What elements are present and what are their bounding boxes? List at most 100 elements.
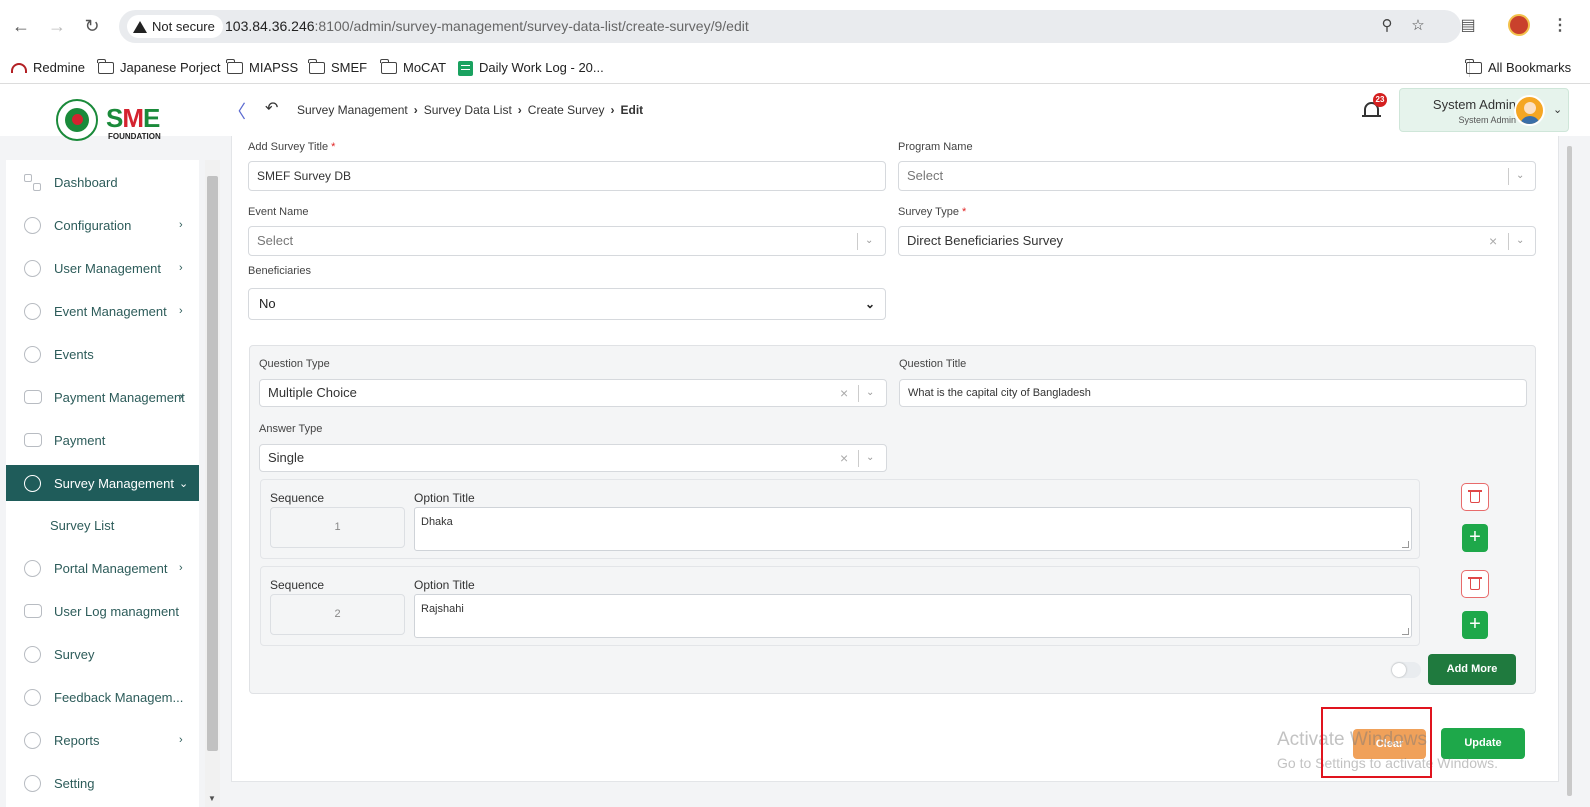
breadcrumb-create-survey[interactable]: Create Survey [528,103,605,117]
sidebar-scrollbar[interactable]: ▼ [205,160,220,807]
forward-arrow-icon[interactable]: → [45,14,69,38]
lock-icon [24,559,41,577]
security-chip[interactable]: Not secure [127,15,223,38]
feedback-icon [24,688,41,706]
menu-dots-icon[interactable]: ⋮ [1548,14,1572,38]
sidebar-collapse-icon[interactable]: 〈 [228,98,246,124]
sidebar-item-dashboard[interactable]: Dashboard [6,164,199,200]
sequence-input: 2 [270,594,405,635]
event-name-placeholder: Select [257,233,294,248]
clear-x-icon[interactable]: × [840,445,848,471]
page-scrollbar[interactable] [1564,136,1590,807]
bookmark-smef[interactable]: SMEF [308,52,367,84]
clear-x-icon[interactable]: × [840,380,848,406]
answer-type-select[interactable]: Single × ⌄ [259,444,887,472]
resize-handle-icon[interactable] [1402,628,1409,635]
sidebar-item-survey-management[interactable]: Survey Management ⌄ [6,465,199,501]
notification-bell-icon[interactable]: 23 [1362,93,1387,121]
scroll-down-arrow-icon[interactable]: ▼ [208,794,216,803]
sidebar-item-feedback-management[interactable]: Feedback Managem... [6,679,199,715]
bookmark-redmine[interactable]: Redmine [11,52,85,84]
chevron-down-icon: ⌄ [864,297,875,311]
bookmark-japanese-project[interactable]: Japanese Porject [97,52,220,84]
bookmark-mocat[interactable]: MoCAT [380,52,446,84]
profile-icon[interactable] [1508,14,1532,38]
sidebar-item-user-log[interactable]: User Log managment [6,593,199,629]
beneficiaries-label: Beneficiaries [248,265,311,277]
program-name-select[interactable]: Select ⌄ [898,161,1536,191]
breadcrumb-survey-data-list[interactable]: Survey Data List [424,103,512,117]
sidebar-item-portal-management[interactable]: Portal Management › [6,550,199,586]
chevron-right-icon: › [179,562,183,574]
delete-option-button[interactable] [1461,570,1489,598]
scrollbar-thumb[interactable] [207,176,218,751]
back-icon[interactable]: ↶ [265,98,278,118]
notification-badge: 23 [1373,93,1387,107]
add-more-button[interactable]: Add More [1428,654,1516,685]
breadcrumb-survey-management[interactable]: Survey Management [297,103,408,117]
event-name-select[interactable]: Select ⌄ [248,226,886,256]
option-title-value: Rajshahi [421,603,464,615]
sidebar-item-payment-management[interactable]: Payment Management › [6,379,199,415]
sidebar-subitem-survey-list[interactable]: Survey List [50,518,114,533]
back-arrow-icon[interactable]: ← [9,14,33,38]
sidebar-item-label: Survey Management [54,475,174,491]
star-icon[interactable]: ☆ [1408,16,1428,36]
add-option-button[interactable]: + [1462,524,1488,552]
sidebar-item-events[interactable]: Events [6,336,199,372]
url-path: :8100/admin/survey-management/survey-dat… [314,18,749,34]
option-row: Sequence Option Title 1 Dhaka [260,479,1420,559]
url-text[interactable]: 103.84.36.246:8100/admin/survey-manageme… [225,10,749,43]
folder-icon [380,59,397,74]
sme-foundation-logo[interactable]: SME FOUNDATION [56,99,171,143]
beneficiaries-select[interactable]: No ⌄ [248,288,886,320]
sidebar-item-setting[interactable]: Setting [6,765,199,801]
sidebar-item-label: User Management [54,260,161,276]
survey-edit-form: Add Survey Title * SMEF Survey DB Progra… [231,136,1559,782]
sidebar-item-label: Portal Management [54,560,168,576]
bookmark-miapss[interactable]: MIAPSS [226,52,298,84]
sidebar-item-user-management[interactable]: User Management › [6,250,199,286]
chevron-down-icon: ⌄ [1516,235,1525,246]
sidebar-item-label: Setting [54,775,95,791]
survey-type-label: Survey Type * [898,206,967,218]
sidebar-item-label: Survey [54,646,95,662]
survey-title-input[interactable]: SMEF Survey DB [248,161,886,191]
extensions-icon[interactable]: ▤ [1456,14,1480,38]
survey-type-select[interactable]: Direct Beneficiaries Survey × ⌄ [898,226,1536,256]
required-toggle[interactable] [1391,662,1421,678]
sidebar-item-event-management[interactable]: Event Management › [6,293,199,329]
question-panel: Question Type Multiple Choice × ⌄ Questi… [249,345,1536,694]
sequence-input: 1 [270,507,405,548]
sidebar-item-survey[interactable]: Survey [6,636,199,672]
question-title-label: Question Title [899,358,967,370]
browser-toolbar: ← → ↻ Not secure 103.84.36.246:8100/admi… [0,0,1590,52]
sidebar-item-reports[interactable]: Reports › [6,722,199,758]
sidebar-item-configuration[interactable]: Configuration › [6,207,199,243]
question-title-input[interactable]: What is the capital city of Bangladesh [899,379,1527,407]
bookmark-daily-work-log[interactable]: Daily Work Log - 20... [458,52,604,84]
scrollbar-thumb[interactable] [1567,146,1572,796]
question-type-label: Question Type [259,358,330,370]
folder-icon [97,59,114,74]
gear-icon [24,774,41,792]
question-type-select[interactable]: Multiple Choice × ⌄ [259,379,887,407]
zoom-icon[interactable]: ⚲ [1377,16,1397,36]
delete-option-button[interactable] [1461,483,1489,511]
sidebar-item-payment[interactable]: Payment [6,422,199,458]
address-bar[interactable]: Not secure 103.84.36.246:8100/admin/surv… [119,10,1461,43]
option-title-textarea[interactable]: Dhaka [414,507,1412,551]
sidebar-item-label: Event Management [54,303,167,319]
survey-title-label: Add Survey Title * [248,141,336,153]
clear-x-icon[interactable]: × [1489,227,1497,255]
resize-handle-icon[interactable] [1402,541,1409,548]
chevron-right-icon: › [179,219,183,231]
government-emblem-icon [56,99,98,141]
option-title-textarea[interactable]: Rajshahi [414,594,1412,638]
dashboard-icon [24,173,41,191]
user-menu[interactable]: System Admin System Admin ⌄ [1399,88,1569,132]
option-title-label: Option Title [414,491,475,505]
add-option-button[interactable]: + [1462,611,1488,639]
reload-icon[interactable]: ↻ [80,14,104,38]
bookmark-all[interactable]: All Bookmarks [1465,52,1571,84]
